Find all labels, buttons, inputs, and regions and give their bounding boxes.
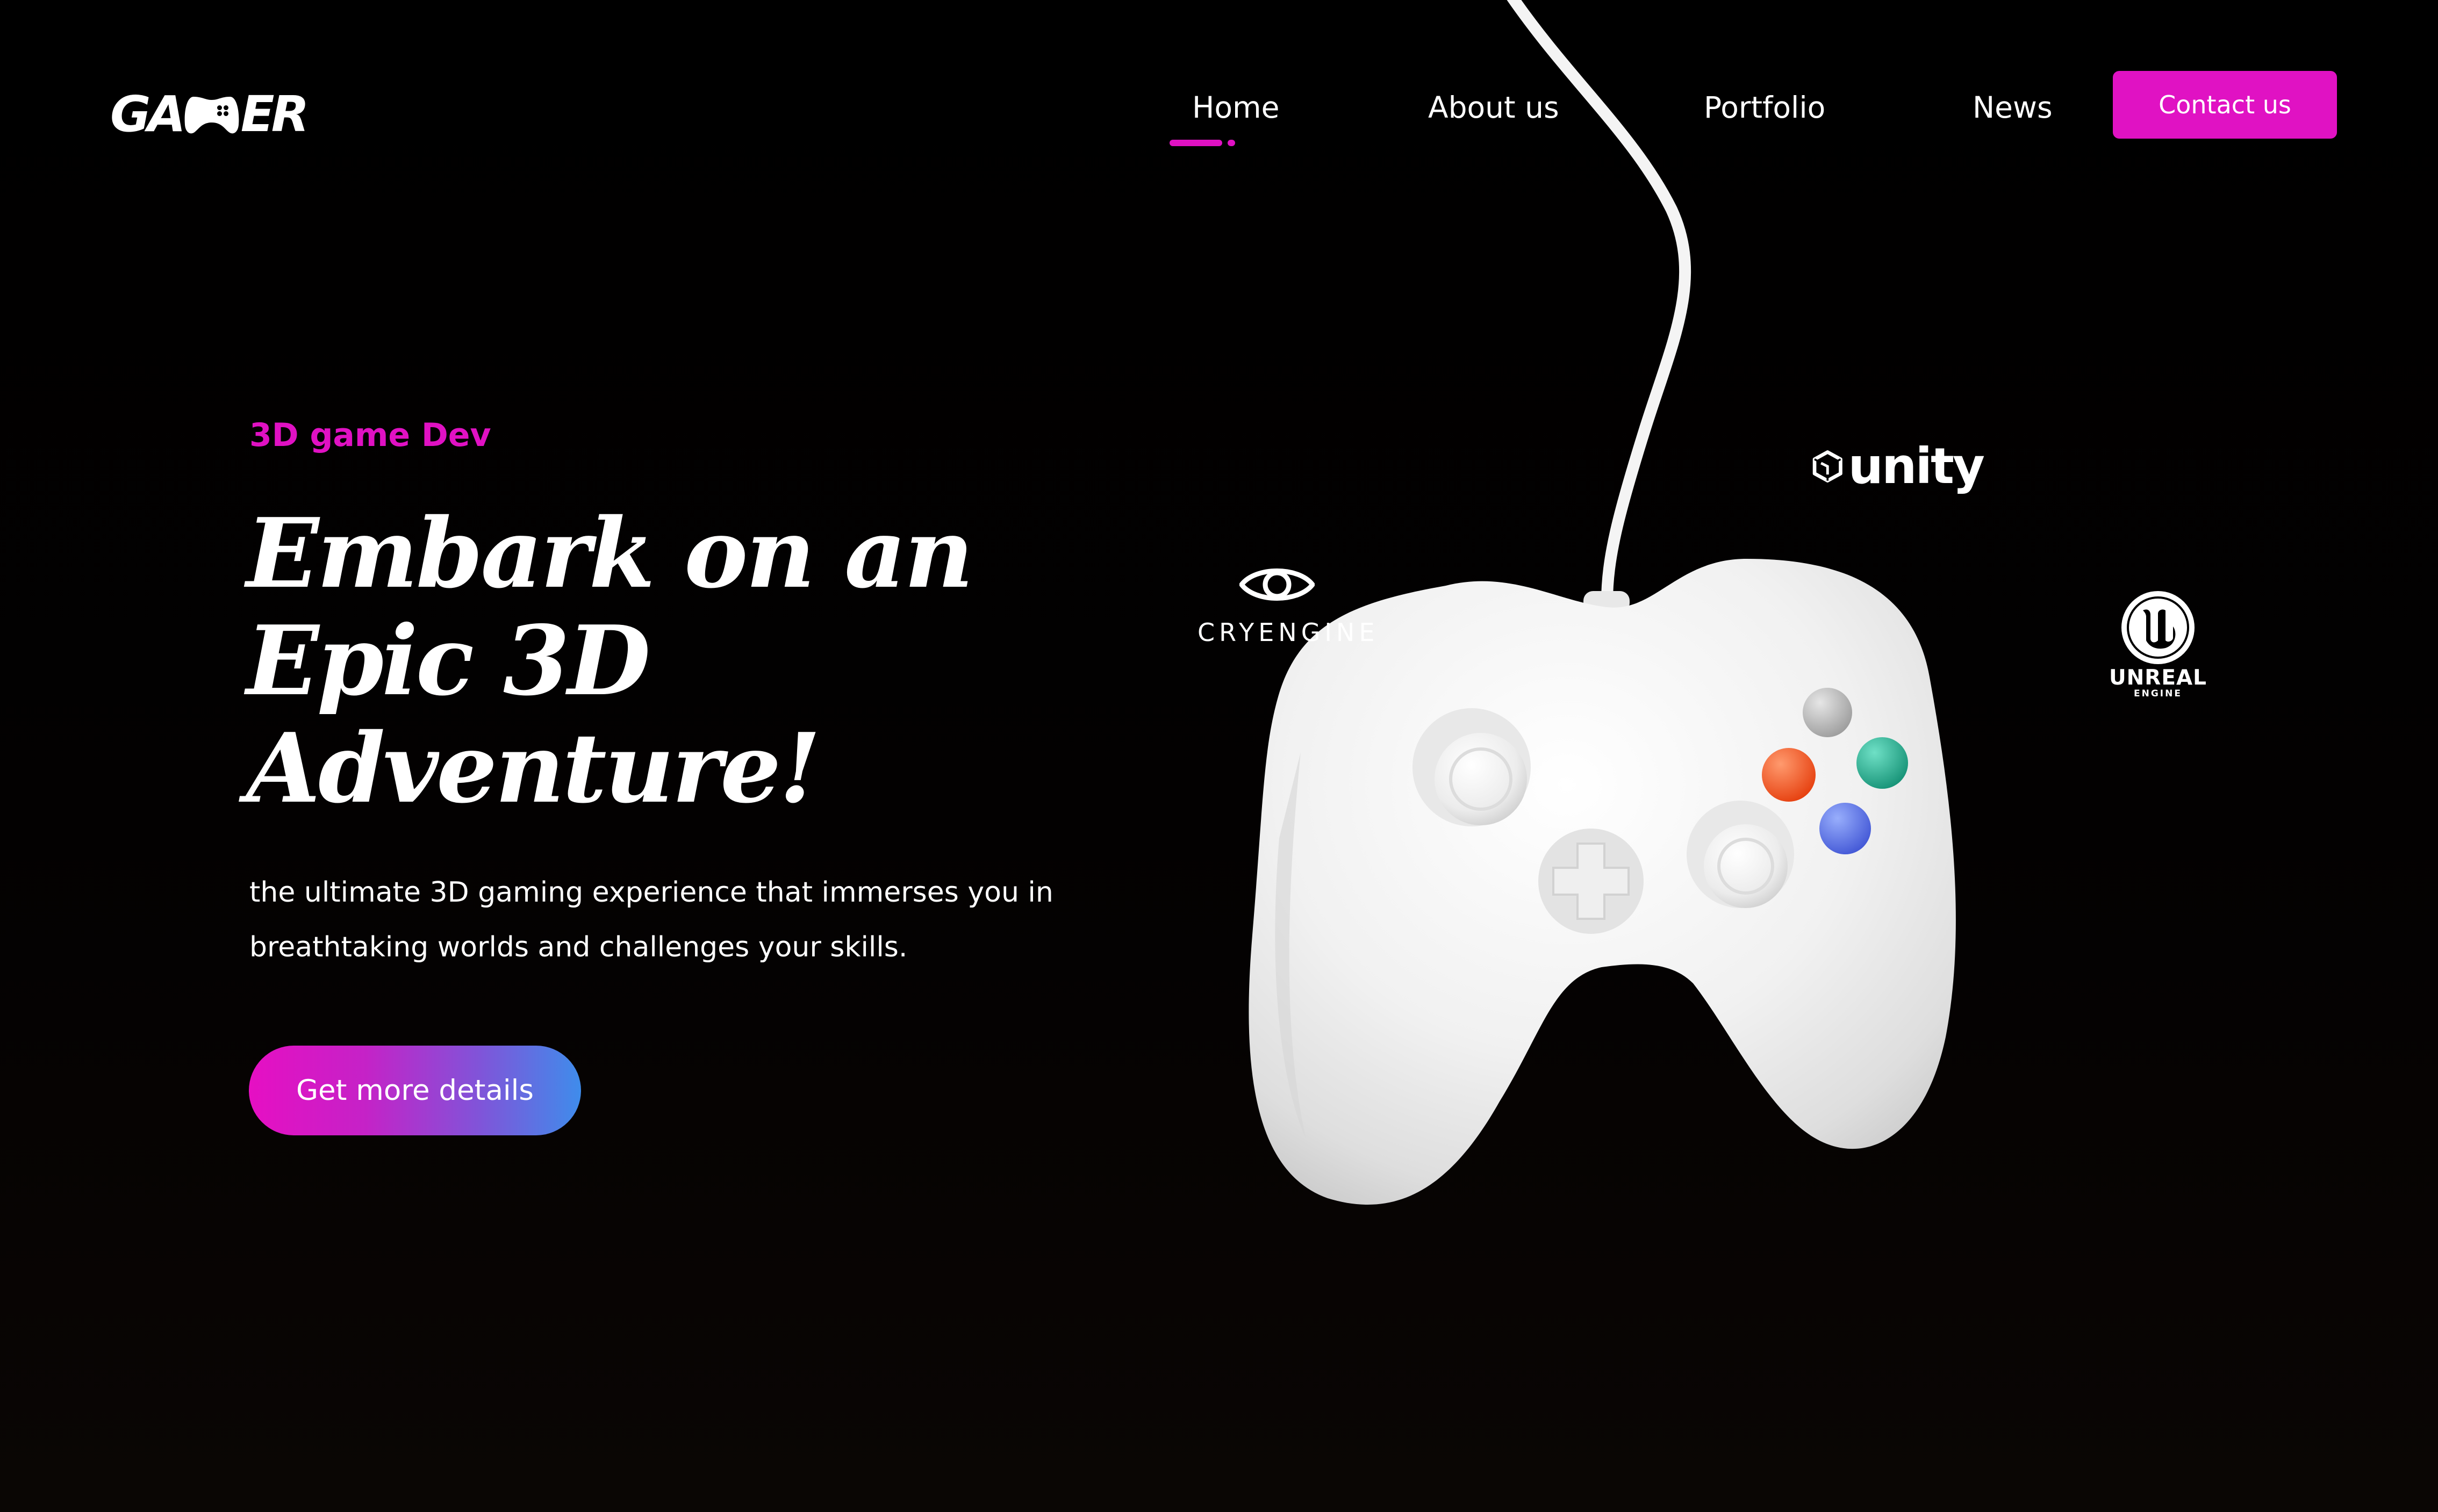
hero-headline: Embark on an Epic 3D Adventure!: [246, 500, 1085, 822]
description-line-2: breathtaking worlds and challenges your …: [249, 931, 908, 963]
action-button-orange: [1762, 748, 1816, 802]
action-button-teal: [1856, 737, 1908, 789]
action-button-grey: [1803, 688, 1852, 737]
unreal-badge-icon: [2121, 591, 2195, 664]
unreal-wordmark: UNREAL: [2109, 666, 2207, 690]
unreal-engine-logo: UNREAL ENGINE: [2099, 589, 2217, 707]
hero-description: the ultimate 3D gaming experience that i…: [249, 865, 1088, 975]
unity-cube-icon: [1812, 450, 1842, 483]
description-line-1: the ultimate 3D gaming experience that i…: [249, 876, 1053, 909]
cryengine-eye-icon: [1239, 568, 1315, 601]
headline-line-2: Epic 3D: [246, 604, 650, 717]
headline-line-3: Adventure!: [246, 712, 821, 824]
cryengine-logo: CRYENGINE: [1196, 564, 1374, 650]
get-more-details-button[interactable]: Get more details: [249, 1046, 581, 1135]
right-thumbstick: [1704, 824, 1788, 908]
action-button-blue: [1819, 803, 1871, 854]
hero-eyebrow: 3D game Dev: [249, 416, 491, 454]
unity-logo: unity: [1811, 434, 1985, 499]
unreal-engine-subtext: ENGINE: [2134, 688, 2182, 699]
landing-page: GA ER Home About us Portfolio News Conta…: [0, 0, 2438, 1512]
controller-cable: [1507, 0, 1691, 608]
cryengine-wordmark: CRYENGINE: [1198, 618, 1379, 647]
left-thumbstick: [1435, 733, 1527, 825]
contact-us-button[interactable]: Contact us: [2113, 71, 2337, 139]
headline-line-1: Embark on an: [246, 497, 974, 609]
unity-wordmark: unity: [1848, 437, 1985, 495]
